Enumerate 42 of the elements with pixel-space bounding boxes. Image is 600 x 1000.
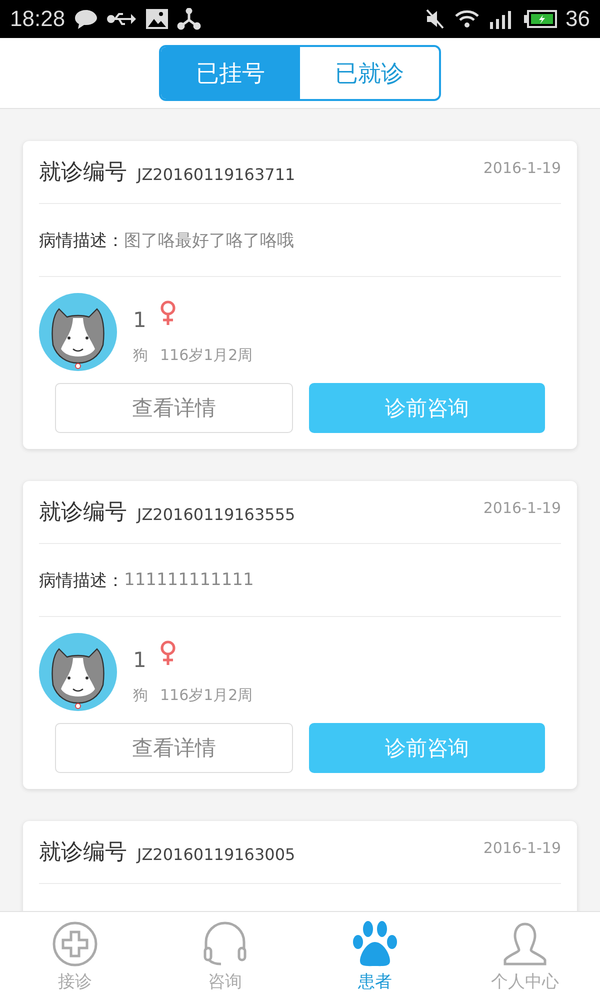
- pet-age: 116岁1月2周: [160, 686, 253, 704]
- record-date: 2016-1-19: [483, 838, 561, 857]
- medical-cross-icon: [51, 920, 99, 968]
- details-button[interactable]: 查看详情: [55, 383, 293, 433]
- description-text: 图了咯最好了咯了咯哦: [124, 230, 294, 252]
- record-date: 2016-1-19: [483, 498, 561, 517]
- details-button[interactable]: 查看详情: [55, 723, 293, 773]
- consult-button[interactable]: 诊前咨询: [309, 723, 545, 773]
- record-number-label: 就诊编号: [39, 499, 127, 527]
- tab-bar-item[interactable]: 个人中心: [450, 912, 600, 1000]
- description-label: 病情描述：: [39, 230, 124, 252]
- battery-level: 36: [566, 6, 590, 32]
- pet-species: 狗: [133, 346, 148, 364]
- image-icon: [145, 8, 170, 30]
- wifi-icon: [454, 8, 480, 30]
- dog-avatar-icon: [39, 293, 117, 371]
- headset-icon: [201, 920, 249, 968]
- chat-bubble-icon: [73, 8, 100, 30]
- tab-bar-item[interactable]: 患者: [300, 912, 450, 1000]
- record-number-label: 就诊编号: [39, 839, 127, 867]
- pet-name: 1: [133, 646, 146, 672]
- tab-bar-item[interactable]: 接诊: [0, 912, 150, 1000]
- record-date: 2016-1-19: [483, 158, 561, 177]
- segment-tab[interactable]: 已挂号: [161, 47, 300, 99]
- pet-species: 狗: [133, 686, 148, 704]
- pet-name: 1: [133, 306, 146, 332]
- description-text: 111111111111: [124, 570, 254, 590]
- dog-avatar-icon: [39, 633, 117, 711]
- tab-bar-item[interactable]: 咨询: [150, 912, 300, 1000]
- battery-icon: [524, 9, 558, 29]
- clock-time: 18:28: [10, 6, 66, 32]
- record-number: JZ20160119163005: [137, 844, 296, 864]
- paw-icon: [351, 920, 399, 968]
- record-number: JZ20160119163711: [137, 164, 296, 184]
- share-nodes-icon: [177, 8, 202, 30]
- pet-age: 116岁1月2周: [160, 346, 253, 364]
- record-number: JZ20160119163555: [137, 504, 296, 524]
- record-number-label: 就诊编号: [39, 159, 127, 187]
- mute-icon: [424, 8, 446, 30]
- consult-button[interactable]: 诊前咨询: [309, 383, 545, 433]
- usb-icon: [107, 10, 138, 28]
- description-label: 病情描述：: [39, 570, 124, 592]
